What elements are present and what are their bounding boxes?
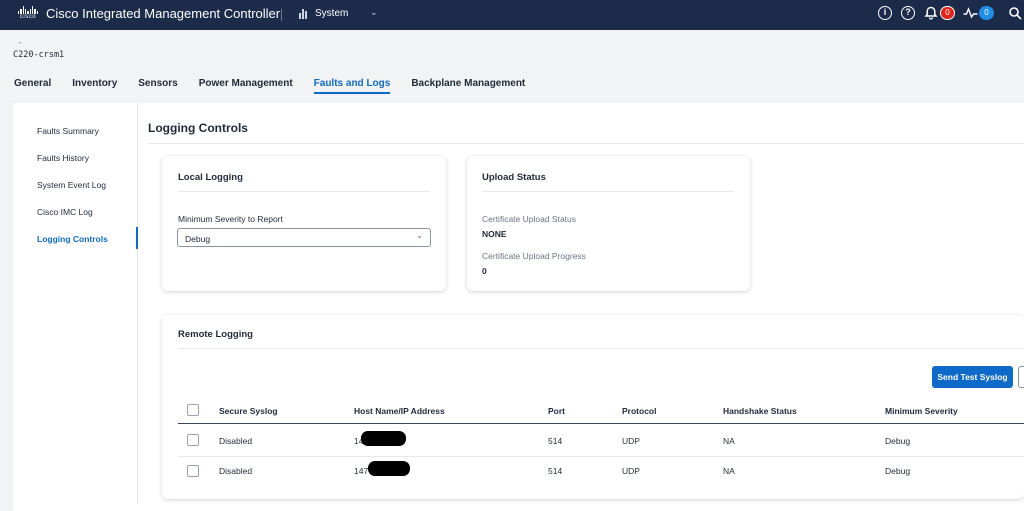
remote-logging-card: Remote Logging Send Test Syslog Secure S…: [162, 315, 1024, 499]
card-divider: [178, 191, 430, 192]
severity-select[interactable]: Debug ⌄: [177, 228, 431, 247]
col-host-name: Host Name/IP Address: [354, 406, 445, 416]
page-title: Logging Controls: [148, 121, 248, 135]
send-test-syslog-button[interactable]: Send Test Syslog: [932, 366, 1013, 388]
cisco-logo-icon: cisco: [16, 6, 40, 21]
row-secure-syslog: Disabled: [219, 466, 253, 476]
tab-faults-and-logs[interactable]: Faults and Logs: [313, 78, 390, 94]
col-protocol: Protocol: [622, 406, 657, 416]
row-severity: Debug: [885, 466, 911, 476]
row-handshake: NA: [723, 436, 735, 446]
col-secure-syslog: Secure Syslog: [219, 406, 278, 416]
app-title: Cisco Integrated Management Controller: [46, 6, 281, 21]
system-switcher-label: System: [315, 8, 349, 19]
select-all-checkbox[interactable]: [187, 404, 199, 416]
sidenav-item-faults-summary[interactable]: Faults Summary: [37, 126, 99, 136]
tab-power-management[interactable]: Power Management: [199, 78, 293, 93]
info-icon[interactable]: i: [878, 6, 892, 20]
sidenav-item-system-event-log[interactable]: System Event Log: [37, 180, 106, 190]
severity-label: Minimum Severity to Report: [178, 214, 283, 224]
activity-icon[interactable]: [963, 6, 978, 20]
main-panel: Faults Summary Faults History System Eve…: [13, 103, 1024, 511]
row-handshake: NA: [723, 466, 735, 476]
header-divider: [281, 9, 282, 21]
severity-select-value: Debug: [185, 234, 211, 244]
upload-status-title: Upload Status: [482, 172, 546, 183]
cert-upload-progress-value: 0: [482, 266, 487, 276]
row-checkbox[interactable]: [187, 465, 199, 477]
user-icon[interactable]: [1008, 6, 1022, 20]
server-name: C220-crsm1: [13, 50, 65, 60]
cert-upload-status-label: Certificate Upload Status: [482, 214, 577, 224]
side-nav: Faults Summary Faults History System Eve…: [13, 103, 138, 503]
alerts-badge[interactable]: 0: [940, 6, 955, 20]
table-header-divider: [178, 423, 1024, 424]
sidenav-item-cisco-imc-log[interactable]: Cisco IMC Log: [37, 207, 93, 217]
redaction-mark: [361, 431, 406, 446]
system-switcher[interactable]: System: [299, 8, 348, 19]
tab-inventory[interactable]: Inventory: [72, 78, 117, 93]
more-actions-button[interactable]: [1018, 366, 1024, 388]
col-port: Port: [548, 406, 565, 416]
sidenav-item-faults-history[interactable]: Faults History: [37, 153, 89, 163]
col-minimum-severity: Minimum Severity: [885, 406, 958, 416]
bell-icon[interactable]: [924, 6, 938, 20]
cert-upload-progress-label: Certificate Upload Progress: [482, 251, 586, 261]
local-logging-card: Local Logging Minimum Severity to Report…: [162, 156, 446, 291]
row-severity: Debug: [885, 436, 911, 446]
title-divider: [148, 143, 1024, 144]
row-protocol: UDP: [622, 466, 640, 476]
upload-status-card: Upload Status Certificate Upload Status …: [467, 156, 750, 291]
row-port: 514: [548, 436, 563, 446]
col-handshake-status: Handshake Status: [723, 406, 797, 416]
row-port: 514: [548, 466, 563, 476]
server-dash: -: [19, 38, 22, 47]
tab-backplane-management[interactable]: Backplane Management: [411, 78, 525, 93]
card-divider: [178, 348, 1024, 349]
logo-text: cisco: [19, 14, 37, 20]
tab-sensors[interactable]: Sensors: [138, 78, 177, 93]
header-actions: i ? 0 0: [878, 6, 1022, 20]
row-secure-syslog: Disabled: [219, 436, 253, 446]
row-host: 147: [354, 466, 369, 476]
cert-upload-status-value: NONE: [482, 229, 507, 239]
top-bar: cisco Cisco Integrated Management Contro…: [0, 0, 1024, 30]
sidenav-active-indicator: [136, 227, 138, 249]
main-tabs: General Inventory Sensors Power Manageme…: [14, 78, 546, 94]
chevron-down-icon: ⌄: [416, 231, 423, 240]
chevron-down-icon[interactable]: ⌄: [370, 7, 378, 18]
card-divider: [482, 191, 734, 192]
row-protocol: UDP: [622, 436, 640, 446]
remote-logging-title: Remote Logging: [178, 329, 253, 340]
tab-general[interactable]: General: [14, 78, 51, 93]
sidenav-item-logging-controls[interactable]: Logging Controls: [37, 234, 108, 244]
row-divider: [178, 456, 1024, 457]
row-checkbox[interactable]: [187, 434, 199, 446]
local-logging-title: Local Logging: [178, 172, 243, 183]
help-icon[interactable]: ?: [901, 6, 915, 20]
server-icon: [299, 8, 309, 19]
brand: cisco Cisco Integrated Management Contro…: [16, 6, 280, 21]
redaction-mark: [368, 461, 410, 476]
activity-badge[interactable]: 0: [979, 6, 994, 20]
